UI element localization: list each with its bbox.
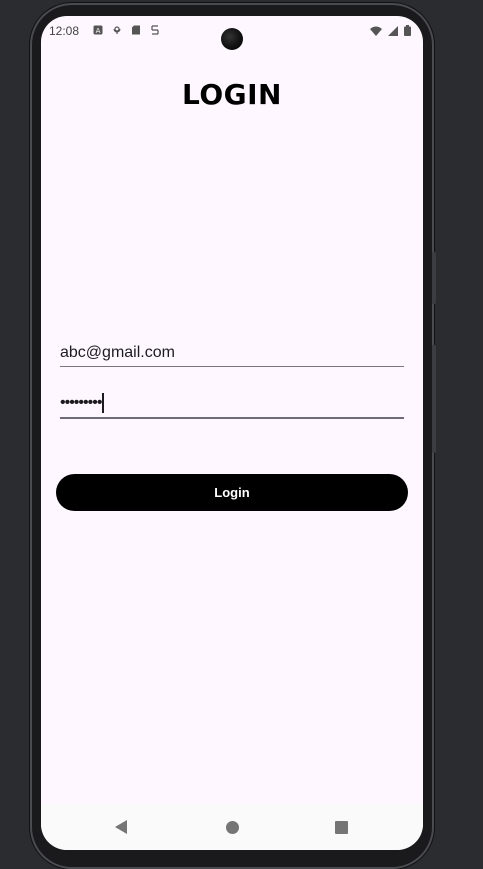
status-system-icons [370, 25, 411, 36]
sd-card-icon [132, 25, 140, 35]
text-cursor [102, 393, 105, 413]
home-icon[interactable] [226, 821, 239, 834]
page-title: LOGIN [182, 78, 282, 111]
password-field-value[interactable]: ••••••••• [60, 394, 102, 412]
status-time: 12:08 [49, 24, 80, 38]
battery-icon [404, 25, 411, 36]
password-field-underline [60, 417, 404, 419]
email-field-value[interactable]: abc@gmail.com [60, 342, 404, 364]
app-screen: 12:08 A LOGIN abc@gmail.com ••••••••• Lo… [41, 16, 423, 850]
status-notification-icons: A [93, 25, 160, 35]
recents-icon[interactable] [335, 821, 348, 834]
email-field[interactable]: abc@gmail.com [60, 342, 404, 367]
sim-icon [151, 25, 159, 35]
svg-text:A: A [96, 27, 101, 35]
wifi-icon [370, 26, 382, 36]
a-notification-icon: A [93, 25, 103, 35]
password-field[interactable]: ••••••••• [60, 391, 404, 419]
navigation-bar [41, 804, 423, 850]
email-field-underline [60, 366, 404, 367]
login-button[interactable]: Login [56, 474, 408, 511]
status-bar: 12:08 A [41, 16, 423, 50]
front-camera [221, 28, 243, 50]
volume-buttons[interactable] [432, 345, 436, 453]
back-icon[interactable] [115, 820, 127, 834]
power-button[interactable] [432, 252, 436, 304]
podcast-icon [113, 26, 121, 34]
signal-icon [388, 25, 398, 36]
